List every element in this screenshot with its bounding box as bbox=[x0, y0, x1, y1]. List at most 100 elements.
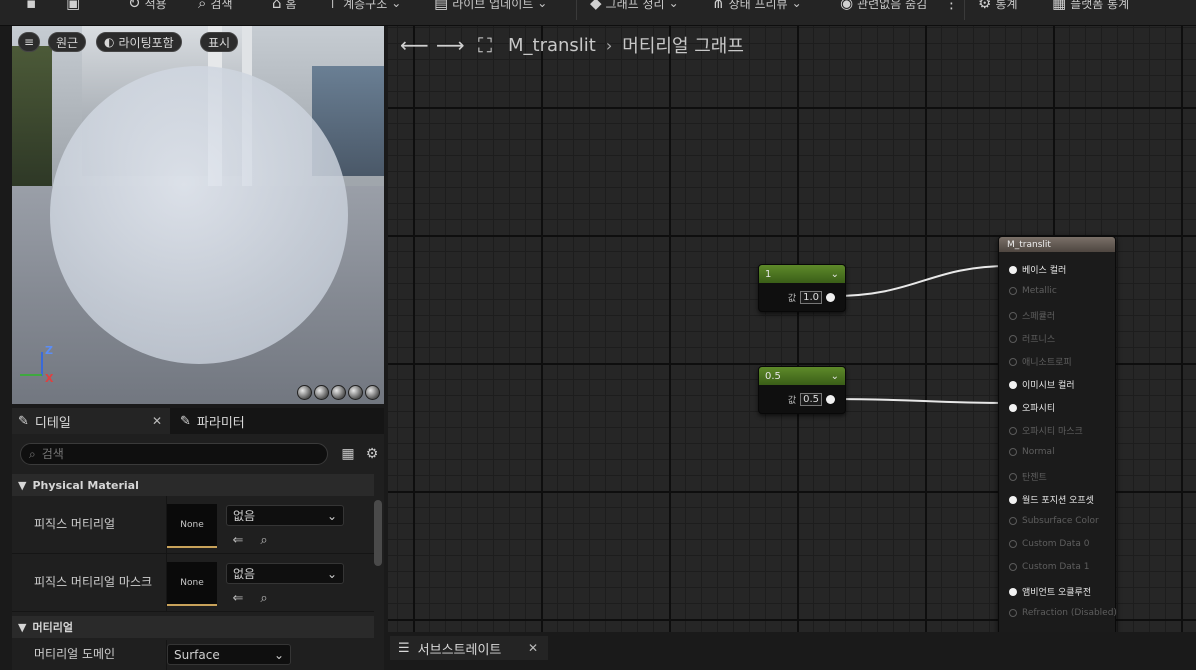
constant-node-1[interactable]: 1 ⌄ 값 1.0 bbox=[758, 264, 846, 312]
result-input-pin-row[interactable]: 러프니스 bbox=[1009, 332, 1055, 345]
constant-node-1-value[interactable]: 1.0 bbox=[800, 291, 822, 304]
result-input-pin-label: Custom Data 0 bbox=[1022, 539, 1090, 549]
search-button[interactable]: ⌕ 검색 bbox=[198, 0, 233, 13]
tab-details-label: 디테일 bbox=[34, 415, 71, 431]
input-pin[interactable] bbox=[1009, 265, 1017, 274]
close-icon[interactable]: ✕ bbox=[152, 414, 162, 428]
details-search-input[interactable] bbox=[41, 447, 282, 461]
result-input-pin-row[interactable]: Custom Data 1 bbox=[1009, 562, 1089, 572]
physics-material-dropdown[interactable]: 없음 ⌄ bbox=[226, 505, 344, 526]
details-search-box[interactable]: ⌕ bbox=[20, 443, 328, 465]
output-pin[interactable] bbox=[826, 395, 835, 404]
input-pin[interactable] bbox=[1009, 495, 1017, 504]
result-input-pin-label: Refraction (Disabled) bbox=[1022, 608, 1117, 618]
browse-asset-icon[interactable]: ⌕ bbox=[256, 532, 272, 548]
tab-details[interactable]: ✎ 디테일 ✕ bbox=[12, 408, 170, 434]
input-pin[interactable] bbox=[1009, 448, 1017, 456]
custom-mesh-icon[interactable] bbox=[365, 385, 380, 400]
input-pin[interactable] bbox=[1009, 609, 1017, 617]
live-update-button[interactable]: ▤ 라이브 업데이트 ⌄ bbox=[434, 0, 547, 13]
property-row-physics-material-mask: 피직스 머티리얼 마스크 None 없음 ⌄ ⇐ ⌕ bbox=[12, 554, 374, 612]
result-input-pin-row[interactable]: Subsurface Color bbox=[1009, 516, 1099, 526]
viewport-menu-button[interactable]: ≡ bbox=[18, 32, 40, 52]
physics-material-mask-thumbnail[interactable]: None bbox=[167, 562, 217, 606]
output-pin[interactable] bbox=[826, 293, 835, 302]
table-view-icon[interactable]: ▦ bbox=[340, 446, 356, 462]
sphere-icon[interactable] bbox=[314, 385, 329, 400]
preview-viewport[interactable]: ≡ 원근 ◐ 라이팅포함 표시 Z X bbox=[12, 26, 384, 404]
input-pin[interactable] bbox=[1009, 426, 1017, 435]
input-pin[interactable] bbox=[1009, 357, 1017, 366]
result-input-pin-row[interactable]: 이미시브 컬러 bbox=[1009, 378, 1075, 391]
use-selected-icon[interactable]: ⇐ bbox=[230, 590, 246, 606]
apply-icon: ↻ bbox=[128, 0, 141, 12]
input-pin[interactable] bbox=[1009, 540, 1017, 548]
input-pin[interactable] bbox=[1009, 472, 1017, 481]
input-pin[interactable] bbox=[1009, 287, 1017, 295]
material-result-node[interactable]: M_translit 베이스 컬러 Metallic 스페큘러 러프니스 애니소트로피 이… bbox=[998, 236, 1117, 632]
result-input-pin-label: 러프니스 bbox=[1022, 335, 1056, 345]
cube-icon[interactable] bbox=[348, 385, 363, 400]
input-pin[interactable] bbox=[1009, 587, 1017, 596]
constant-node-2[interactable]: 0.5 ⌄ 값 0.5 bbox=[758, 366, 846, 414]
browse-icon[interactable]: ▣ bbox=[66, 0, 80, 13]
perspective-button[interactable]: 원근 bbox=[48, 32, 87, 52]
result-input-pin-row[interactable]: 베이스 컬러 bbox=[1009, 263, 1066, 276]
material-graph-canvas[interactable]: ⟵ ⟶ ⛶ M_translit › 머티리얼 그래프 1 ⌄ 값 1.0 0.… bbox=[388, 26, 1196, 632]
show-button[interactable]: 표시 bbox=[200, 32, 239, 52]
physics-material-thumbnail[interactable]: None bbox=[167, 504, 217, 548]
hierarchy-button[interactable]: ⊤ 계층구조 ⌄ bbox=[326, 0, 401, 13]
more-options-icon[interactable]: ⋮ bbox=[944, 0, 959, 13]
home-button[interactable]: ⌂ 홈 bbox=[272, 0, 297, 13]
plane-icon[interactable] bbox=[331, 385, 346, 400]
result-input-pin-row[interactable]: Metallic bbox=[1009, 286, 1057, 296]
constant-node-2-header: 0.5 ⌄ bbox=[759, 367, 845, 385]
result-input-pin-row[interactable]: 월드 포지션 오프셋 bbox=[1009, 493, 1094, 506]
category-material[interactable]: ▼ 머티리얼 bbox=[12, 616, 374, 638]
input-pin[interactable] bbox=[1009, 380, 1017, 389]
input-pin[interactable] bbox=[1009, 311, 1017, 320]
tab-substrate[interactable]: ☰ 서브스트레이트 ✕ bbox=[390, 636, 548, 660]
result-input-pin-row[interactable]: 스페큘러 bbox=[1009, 309, 1055, 322]
constant-node-1-value-label: 값 bbox=[787, 294, 797, 304]
input-pin[interactable] bbox=[1009, 334, 1017, 343]
settings-gear-icon[interactable]: ⚙ bbox=[364, 446, 380, 462]
graph-tidy-button[interactable]: ◆ 그래프 정리 ⌄ bbox=[590, 0, 679, 13]
input-pin[interactable] bbox=[1009, 403, 1017, 412]
use-selected-icon[interactable]: ⇐ bbox=[230, 532, 246, 548]
result-input-pin-row[interactable]: 탄젠트 bbox=[1009, 470, 1047, 483]
close-icon[interactable]: ✕ bbox=[528, 641, 538, 655]
material-domain-dropdown[interactable]: Surface ⌄ bbox=[167, 644, 291, 665]
result-input-pin-label: 월드 포지션 오프셋 bbox=[1022, 496, 1094, 506]
result-input-pin-row[interactable]: 애니소트로피 bbox=[1009, 355, 1072, 368]
result-input-pin-row[interactable]: Custom Data 0 bbox=[1009, 539, 1089, 549]
apply-button[interactable]: ↻ 적용 bbox=[128, 0, 167, 13]
lighting-button[interactable]: ◐ 라이팅포함 bbox=[96, 32, 182, 52]
result-input-pin-row[interactable]: 오파시티 bbox=[1009, 401, 1055, 414]
hide-unrelated-label: 관련없음 숨김 bbox=[857, 0, 928, 11]
chevron-down-icon[interactable]: ⌄ bbox=[831, 371, 839, 382]
cylinder-icon[interactable] bbox=[297, 385, 312, 400]
stats-preview-button[interactable]: ⋔ 상태 프리뷰 ⌄ bbox=[712, 0, 802, 13]
stats-preview-label: 상태 프리뷰 bbox=[728, 0, 788, 11]
category-physical-material[interactable]: ▼ Physical Material bbox=[12, 474, 374, 496]
details-scrollbar[interactable] bbox=[374, 500, 382, 566]
result-input-pin-row[interactable]: 앰비언트 오클루전 bbox=[1009, 585, 1091, 598]
input-pin[interactable] bbox=[1009, 517, 1017, 525]
result-input-pin-row[interactable]: 오파시티 마스크 bbox=[1009, 424, 1083, 437]
hide-unrelated-button[interactable]: ◉ 관련없음 숨김 bbox=[840, 0, 927, 13]
browse-asset-icon[interactable]: ⌕ bbox=[256, 590, 272, 606]
tab-parameters[interactable]: ✎ 파라미터 bbox=[174, 408, 251, 434]
result-input-pin-row[interactable]: Refraction (Disabled) bbox=[1009, 608, 1117, 618]
live-update-icon: ▤ bbox=[434, 0, 449, 12]
show-label: 표시 bbox=[208, 35, 231, 50]
physics-material-label: 피직스 머티리얼 bbox=[34, 517, 116, 531]
save-icon[interactable]: ▪ bbox=[26, 0, 36, 13]
platform-stats-button[interactable]: ▦ 플랫폼 통계 bbox=[1052, 0, 1129, 13]
chevron-down-icon[interactable]: ⌄ bbox=[831, 269, 839, 280]
constant-node-2-value[interactable]: 0.5 bbox=[800, 393, 822, 406]
stats-button[interactable]: ⚙ 통계 bbox=[978, 0, 1018, 13]
result-input-pin-row[interactable]: Normal bbox=[1009, 447, 1055, 457]
physics-material-mask-dropdown[interactable]: 없음 ⌄ bbox=[226, 563, 344, 584]
input-pin[interactable] bbox=[1009, 563, 1017, 571]
